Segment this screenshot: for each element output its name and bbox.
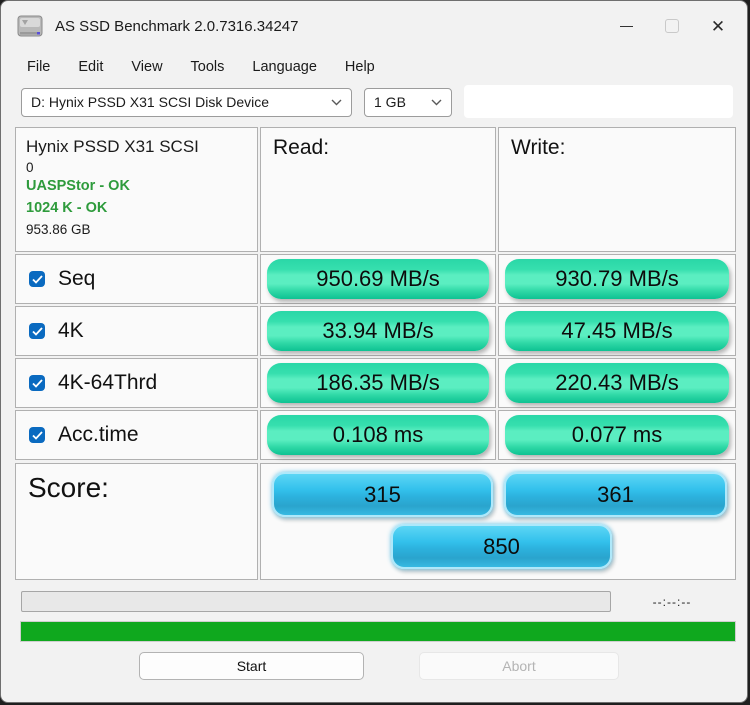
minimize-icon xyxy=(620,26,633,27)
close-button[interactable]: ✕ xyxy=(695,9,741,43)
abort-button[interactable]: Abort xyxy=(419,652,619,680)
maximize-button[interactable] xyxy=(649,9,695,43)
window-title: AS SSD Benchmark 2.0.7316.34247 xyxy=(55,18,603,35)
toolbar-blank-panel xyxy=(464,85,733,118)
test-size-select[interactable]: 1 GB xyxy=(364,88,452,117)
write-header-cell: Write: xyxy=(498,127,736,252)
drive-name-wrap: 0 xyxy=(26,159,247,177)
driver-status: UASPStor - OK xyxy=(26,176,247,198)
4k-label-cell: 4K xyxy=(15,306,258,356)
app-window: AS SSD Benchmark 2.0.7316.34247 ✕ File E… xyxy=(0,0,748,703)
4k64-write-cell: 220.43 MB/s xyxy=(498,358,736,408)
menu-view[interactable]: View xyxy=(117,56,176,78)
menu-language[interactable]: Language xyxy=(238,56,331,78)
read-header-cell: Read: xyxy=(260,127,496,252)
drive-select-value: D: Hynix PSSD X31 SCSI Disk Device xyxy=(31,94,269,110)
score-label: Score: xyxy=(28,472,245,504)
menu-bar: File Edit View Tools Language Help xyxy=(1,51,747,83)
4k-checkbox[interactable] xyxy=(29,323,45,339)
4k-read-cell: 33.94 MB/s xyxy=(260,306,496,356)
seq-label-cell: Seq xyxy=(15,254,258,304)
acctime-write-value: 0.077 ms xyxy=(505,415,729,455)
seq-read-value: 950.69 MB/s xyxy=(267,259,489,299)
acctime-label-cell: Acc.time xyxy=(15,410,258,460)
close-icon: ✕ xyxy=(711,18,725,35)
drive-capacity: 953.86 GB xyxy=(26,220,247,240)
4k64-read-cell: 186.35 MB/s xyxy=(260,358,496,408)
score-label-cell: Score: xyxy=(15,463,258,580)
menu-file[interactable]: File xyxy=(27,56,64,78)
seq-read-cell: 950.69 MB/s xyxy=(260,254,496,304)
seq-write-cell: 930.79 MB/s xyxy=(498,254,736,304)
drive-info-cell: Hynix PSSD X31 SCSI 0 UASPStor - OK 1024… xyxy=(15,127,258,252)
menu-tools[interactable]: Tools xyxy=(177,56,239,78)
test-row-acctime: Acc.time 0.108 ms 0.077 ms xyxy=(15,410,736,460)
drive-select[interactable]: D: Hynix PSSD X31 SCSI Disk Device xyxy=(21,88,352,117)
benchmark-table: Hynix PSSD X31 SCSI 0 UASPStor - OK 1024… xyxy=(15,127,736,580)
start-button[interactable]: Start xyxy=(139,652,364,680)
4k64-checkbox[interactable] xyxy=(29,375,45,391)
read-header: Read: xyxy=(273,136,483,160)
4k-write-value: 47.45 MB/s xyxy=(505,311,729,351)
alignment-status: 1024 K - OK xyxy=(26,198,247,220)
seq-write-value: 930.79 MB/s xyxy=(505,259,729,299)
progress-bar xyxy=(21,591,611,612)
acctime-read-value: 0.108 ms xyxy=(267,415,489,455)
score-row: Score: 315 361 850 xyxy=(15,463,736,580)
4k64-read-value: 186.35 MB/s xyxy=(267,363,489,403)
acctime-label: Acc.time xyxy=(58,423,139,447)
4k64-label: 4K-64Thrd xyxy=(58,371,157,395)
maximize-icon xyxy=(665,19,679,33)
progress-row: --:--:-- xyxy=(21,591,733,612)
minimize-button[interactable] xyxy=(603,9,649,43)
title-bar: AS SSD Benchmark 2.0.7316.34247 ✕ xyxy=(1,1,747,51)
4k64-write-value: 220.43 MB/s xyxy=(505,363,729,403)
test-row-4k64: 4K-64Thrd 186.35 MB/s 220.43 MB/s xyxy=(15,358,736,408)
acctime-checkbox[interactable] xyxy=(29,427,45,443)
4k-read-value: 33.94 MB/s xyxy=(267,311,489,351)
menu-edit[interactable]: Edit xyxy=(64,56,117,78)
test-row-4k: 4K 33.94 MB/s 47.45 MB/s xyxy=(15,306,736,356)
test-size-value: 1 GB xyxy=(374,94,406,110)
menu-help[interactable]: Help xyxy=(331,56,389,78)
acctime-read-cell: 0.108 ms xyxy=(260,410,496,460)
toolbar: D: Hynix PSSD X31 SCSI Disk Device 1 GB xyxy=(1,85,747,119)
test-row-seq: Seq 950.69 MB/s 930.79 MB/s xyxy=(15,254,736,304)
4k-label: 4K xyxy=(58,319,84,343)
chevron-down-icon xyxy=(431,99,442,106)
write-header: Write: xyxy=(511,136,723,160)
buttons-row: Start Abort xyxy=(1,652,747,682)
drive-name: Hynix PSSD X31 SCSI xyxy=(26,136,247,159)
chevron-down-icon xyxy=(331,99,342,106)
info-row: Hynix PSSD X31 SCSI 0 UASPStor - OK 1024… xyxy=(15,127,736,252)
seq-checkbox[interactable] xyxy=(29,271,45,287)
4k-write-cell: 47.45 MB/s xyxy=(498,306,736,356)
4k64-label-cell: 4K-64Thrd xyxy=(15,358,258,408)
score-read-value: 315 xyxy=(272,472,493,517)
seq-label: Seq xyxy=(58,267,95,291)
time-remaining: --:--:-- xyxy=(611,595,733,609)
score-values-cell: 315 361 850 xyxy=(260,463,736,580)
score-total-value: 850 xyxy=(391,524,612,569)
acctime-write-cell: 0.077 ms xyxy=(498,410,736,460)
secondary-progress-bar xyxy=(20,621,736,642)
hard-disk-icon xyxy=(17,14,43,38)
score-write-value: 361 xyxy=(504,472,727,517)
